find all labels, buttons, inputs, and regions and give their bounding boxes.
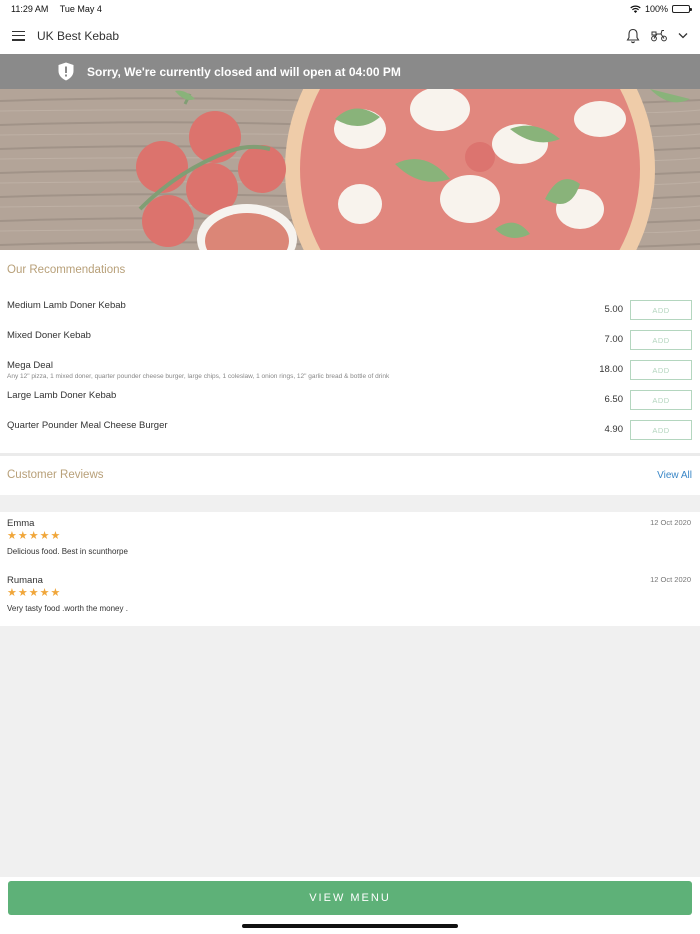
star-icon: ★ [28, 530, 39, 542]
item-price: 7.00 [604, 334, 624, 345]
list-item: Mega Deal Any 12" pizza, 1 mixed doner, … [0, 360, 700, 388]
item-price: 4.90 [604, 424, 624, 435]
add-button[interactable]: ADD [630, 420, 692, 440]
review-date: 12 Oct 2020 [650, 518, 691, 527]
scooter-icon[interactable] [650, 29, 668, 42]
star-icon: ★ [39, 530, 50, 542]
star-icon: ★ [7, 587, 17, 599]
menu-icon[interactable] [12, 30, 25, 41]
list-item: Quarter Pounder Meal Cheese Burger 4.90 … [0, 420, 700, 448]
bell-icon[interactable] [626, 28, 640, 44]
view-menu-button[interactable]: VIEW MENU [8, 881, 692, 915]
status-time: 11:29 AM [11, 3, 49, 14]
header-actions [626, 28, 688, 44]
item-price: 6.50 [604, 394, 624, 405]
item-price: 5.00 [604, 304, 624, 315]
list-item: Mixed Doner Kebab 7.00 ADD [0, 330, 700, 358]
status-bar: 11:29 AM Tue May 4 100% [0, 0, 700, 17]
star-rating: ★ ★ ★ ★ ★ [7, 588, 60, 599]
review-text: Very tasty food .worth the money . [7, 604, 128, 613]
reviewer-name: Rumana [7, 575, 43, 586]
star-icon: ★ [17, 587, 28, 599]
wifi-icon [630, 5, 641, 13]
recommendations-section: Our Recommendations Medium Lamb Doner Ke… [0, 250, 700, 453]
item-name: Large Lamb Doner Kebab [7, 390, 117, 401]
item-name: Quarter Pounder Meal Cheese Burger [7, 420, 168, 431]
item-name: Medium Lamb Doner Kebab [7, 300, 126, 311]
chevron-down-icon[interactable] [678, 32, 688, 39]
status-date: Tue May 4 [59, 3, 102, 14]
reviews-header: Customer Reviews View All [0, 456, 700, 495]
home-indicator[interactable] [242, 924, 458, 928]
review-date: 12 Oct 2020 [650, 575, 691, 584]
add-button[interactable]: ADD [630, 360, 692, 380]
item-name: Mixed Doner Kebab [7, 330, 91, 341]
closed-message: Sorry, We're currently closed and will o… [87, 64, 401, 79]
star-icon: ★ [28, 587, 39, 599]
reviews-list: Emma 12 Oct 2020 ★ ★ ★ ★ ★ Delicious foo… [0, 512, 700, 626]
status-right: 100% [630, 3, 692, 14]
closed-banner: Sorry, We're currently closed and will o… [0, 54, 700, 89]
add-button[interactable]: ADD [630, 330, 692, 350]
star-icon: ★ [17, 530, 28, 542]
view-all-link[interactable]: View All [657, 470, 692, 481]
status-left: 11:29 AM Tue May 4 [11, 4, 111, 14]
shield-icon [58, 62, 74, 81]
reviews-title: Customer Reviews [7, 469, 104, 481]
review-text: Delicious food. Best in scunthorpe [7, 547, 128, 556]
item-description: Any 12" pizza, 1 mixed doner, quarter po… [7, 373, 390, 380]
item-price: 18.00 [599, 364, 623, 375]
star-icon: ★ [50, 530, 61, 542]
review-item: Rumana 12 Oct 2020 ★ ★ ★ ★ ★ Very tasty … [0, 569, 700, 624]
recommendations-title: Our Recommendations [7, 264, 126, 276]
review-item: Emma 12 Oct 2020 ★ ★ ★ ★ ★ Delicious foo… [0, 512, 700, 567]
reviewer-name: Emma [7, 518, 35, 529]
add-button[interactable]: ADD [630, 390, 692, 410]
section-spacer [0, 495, 700, 512]
battery-percent: 100% [644, 3, 668, 14]
battery-icon [672, 4, 692, 13]
app-header: UK Best Kebab [0, 17, 700, 54]
hero-image [0, 89, 700, 250]
star-icon: ★ [50, 587, 61, 599]
star-icon: ★ [39, 587, 50, 599]
star-icon: ★ [7, 530, 17, 542]
app-title: UK Best Kebab [37, 28, 120, 43]
list-item: Large Lamb Doner Kebab 6.50 ADD [0, 390, 700, 418]
item-name: Mega Deal [7, 360, 53, 371]
star-rating: ★ ★ ★ ★ ★ [7, 531, 60, 542]
list-item: Medium Lamb Doner Kebab 5.00 ADD [0, 300, 700, 328]
add-button[interactable]: ADD [630, 300, 692, 320]
